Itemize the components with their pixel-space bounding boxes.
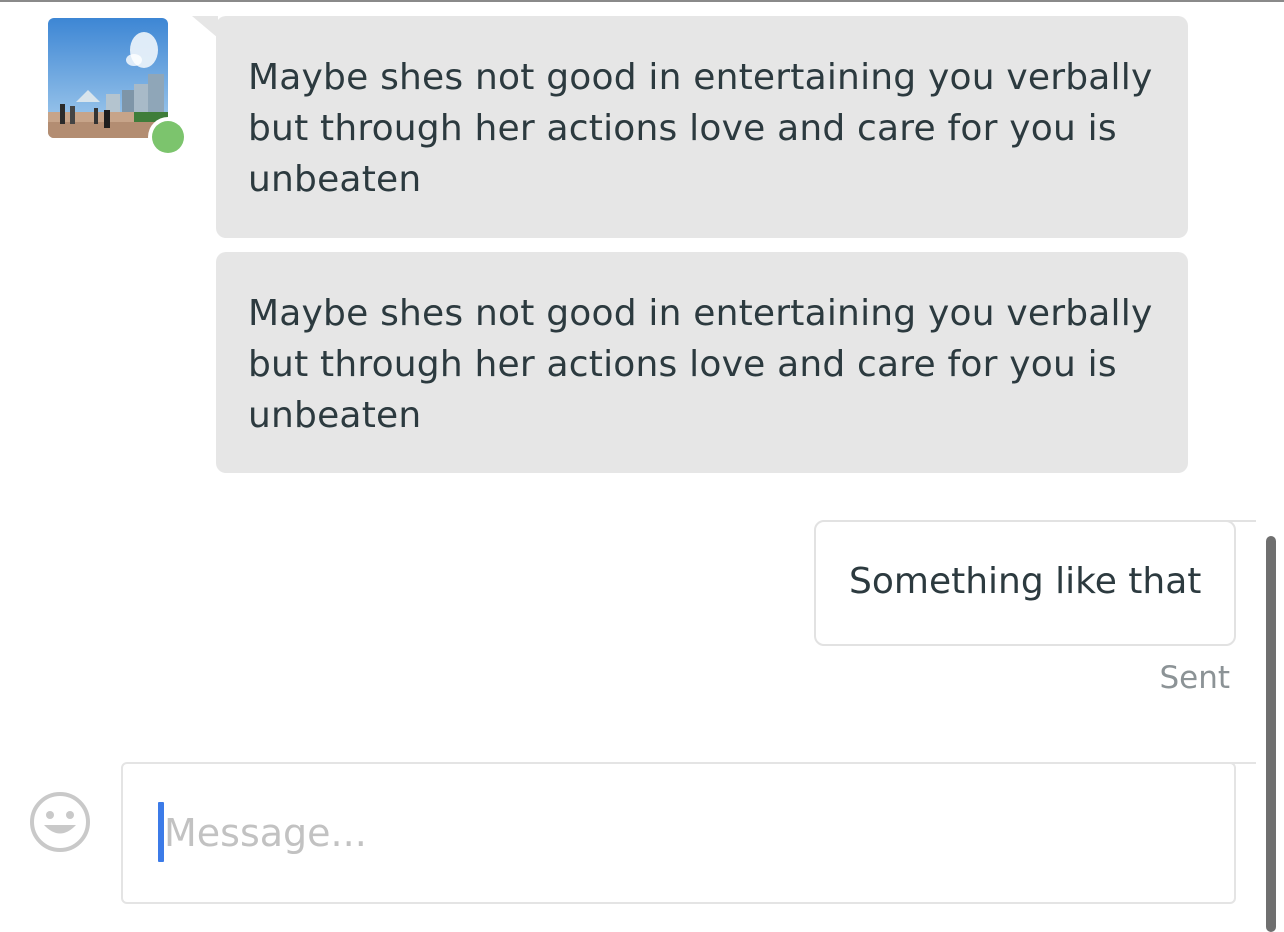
composer-border — [1226, 762, 1256, 764]
message-text: Maybe shes not good in entertaining you … — [248, 57, 1153, 200]
text-cursor — [158, 802, 164, 862]
message-status: Sent — [1159, 660, 1230, 696]
message-text: Something like that — [849, 561, 1202, 602]
bubble-tail — [1226, 520, 1256, 522]
sender-avatar[interactable] — [48, 18, 168, 138]
message-text: Maybe shes not good in entertaining you … — [248, 293, 1153, 436]
bubble-tail — [192, 16, 218, 38]
top-divider — [0, 0, 1284, 2]
message-input[interactable] — [158, 796, 1218, 870]
incoming-message: Maybe shes not good in entertaining you … — [216, 252, 1188, 473]
outgoing-message: Something like that — [814, 520, 1236, 646]
avatar-photo — [48, 18, 168, 138]
emoji-button[interactable] — [28, 790, 92, 854]
online-status-indicator — [148, 117, 188, 157]
scrollbar[interactable] — [1266, 536, 1276, 932]
incoming-message: Maybe shes not good in entertaining you … — [216, 16, 1188, 238]
chat-window: Maybe shes not good in entertaining you … — [0, 0, 1284, 932]
smiley-face-icon — [30, 792, 90, 852]
